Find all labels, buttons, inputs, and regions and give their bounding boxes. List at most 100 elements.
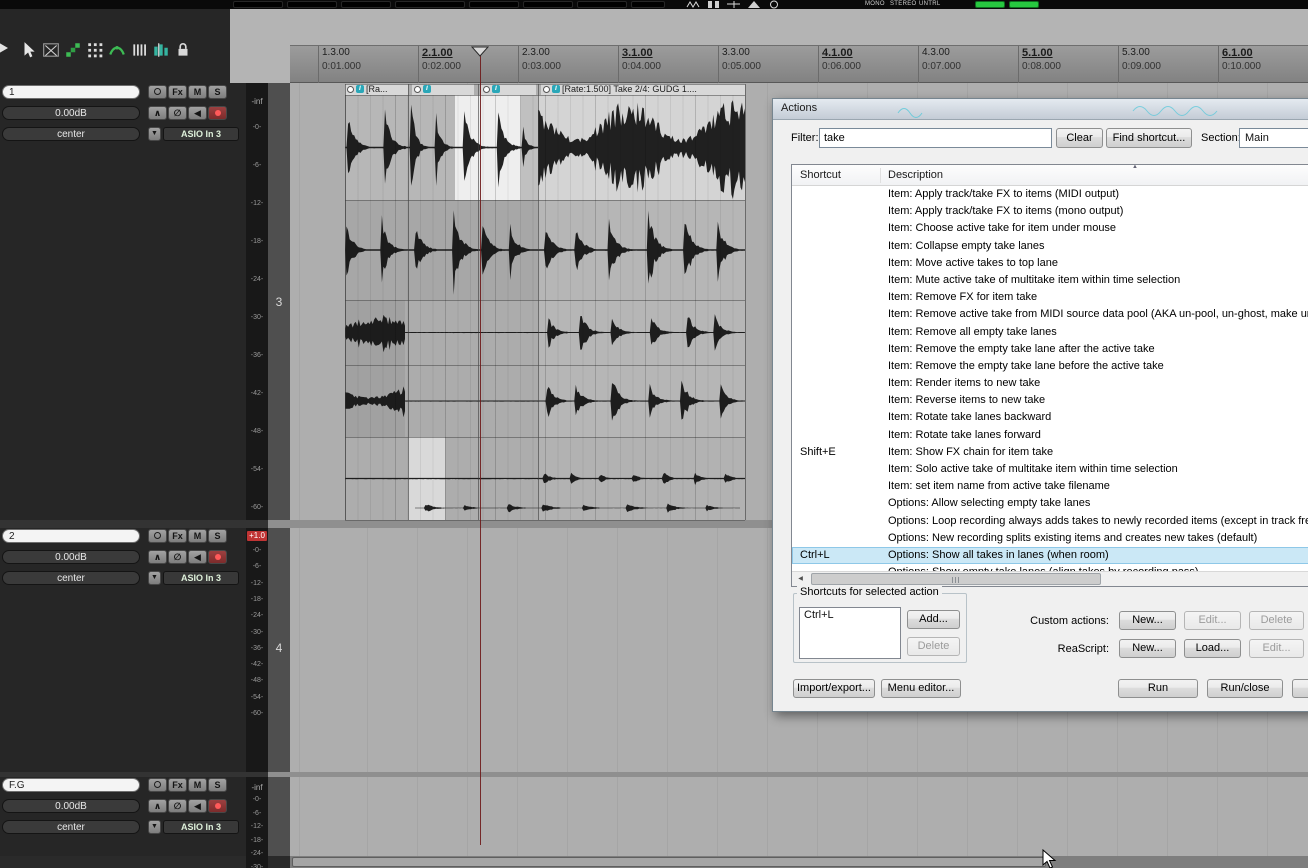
clear-button[interactable]: Clear [1056,128,1103,148]
solo-button[interactable]: S [208,529,227,543]
item-info-icon[interactable]: i [552,85,560,93]
track-meter[interactable]: +1.0 -0- -6- -12- -18- -24- -30- -36- -42- -48- -5… [246,528,268,772]
take-waveform[interactable] [520,95,538,200]
mute-button[interactable]: M [188,529,207,543]
reascript-load-button[interactable]: Load... [1184,639,1241,658]
input-dropdown-icon[interactable]: ▼ [148,571,161,585]
action-row[interactable]: Ctrl+L Options: Show all takes in lanes (… [792,546,1308,565]
item-grouping-icon[interactable] [64,41,82,59]
take-waveform[interactable] [538,365,745,437]
action-row[interactable]: Item: Choose active take for item under … [792,220,1308,237]
snap-lines-icon[interactable] [130,41,148,59]
section-select[interactable]: Main ▼ [1239,128,1308,148]
metronome-icon[interactable] [152,41,170,59]
phase-button[interactable]: ∅ [168,799,187,813]
monitor-button[interactable]: ◀ [188,799,207,813]
envelope-button[interactable]: ∧ [148,799,167,813]
monitor-button[interactable]: ◀ [188,550,207,564]
mute-button[interactable]: M [188,778,207,792]
action-row[interactable]: Item: Rotate take lanes backward [792,409,1308,426]
take-waveform[interactable] [408,200,478,300]
custom-delete-button[interactable]: Delete [1249,611,1304,630]
take-waveform[interactable] [415,497,740,519]
shortcut-list-item[interactable]: Ctrl+L [800,608,900,622]
track-meter[interactable]: -inf-0--6--12--18--24--30--36--42--48--5… [246,83,268,520]
fx-button[interactable]: Fx [168,85,187,99]
power-button[interactable] [148,778,167,792]
record-arm-button[interactable] [208,550,227,564]
action-row[interactable]: Item: Collapse empty take lanes [792,238,1308,255]
take-waveform[interactable] [345,95,408,200]
pointer-tool-icon[interactable] [20,41,38,59]
fx-button[interactable]: Fx [168,778,187,792]
envelope-icon[interactable] [108,41,126,59]
crossfade-icon[interactable] [42,41,60,59]
record-arm-button[interactable] [208,799,227,813]
take-waveform[interactable] [345,437,408,520]
add-shortcut-button[interactable]: Add... [907,610,960,629]
scrollbar-thumb[interactable] [811,573,1101,585]
action-row[interactable]: Item: Apply track/take FX to items (mono… [792,203,1308,220]
actions-list[interactable]: Shortcut Description ▲ Item: Apply track… [791,164,1308,587]
take-waveform[interactable] [405,365,538,437]
untrl-button[interactable]: UNTRL [919,1,941,7]
track-divider[interactable] [0,520,268,528]
take-circle-icon[interactable] [483,86,490,93]
take-waveform[interactable] [538,95,745,200]
pan-field[interactable]: center [2,820,140,834]
monitor-button[interactable]: ◀ [188,106,207,120]
phase-button[interactable]: ∅ [168,550,187,564]
item-info-icon[interactable]: i [356,85,364,93]
envelope-button[interactable]: ∧ [148,106,167,120]
docked-toolbar-button[interactable] [577,1,627,8]
action-row[interactable]: Item: Remove active take from MIDI sourc… [792,306,1308,323]
scroll-left-icon[interactable]: ◀ [792,572,809,586]
input-dropdown-icon[interactable]: ▼ [148,820,161,834]
column-separator[interactable] [880,168,881,183]
take-circle-icon[interactable] [414,86,421,93]
lock-icon[interactable] [174,41,192,59]
take-waveform[interactable] [538,300,745,365]
action-row[interactable]: Item: Remove FX for item take [792,289,1308,306]
take-waveform[interactable] [455,95,520,200]
take-waveform[interactable] [345,300,405,365]
action-row[interactable]: Item: Remove the empty take lane before … [792,358,1308,375]
actions-list-hscrollbar[interactable]: ◀ [792,571,1308,586]
run-button[interactable]: Run [1118,679,1198,698]
arrange-hscrollbar[interactable] [290,856,1308,868]
track-divider[interactable] [0,772,268,777]
action-row[interactable]: Options: Loop recording always adds take… [792,513,1308,530]
volume-field[interactable]: 0.00dB [2,550,140,564]
actions-rows[interactable]: Item: Apply track/take FX to items (MIDI… [792,186,1308,573]
reascript-edit-button[interactable]: Edit... [1249,639,1304,658]
scrollbar-thumb[interactable] [292,857,1046,867]
track-name-field[interactable]: F.G [2,778,140,792]
action-row[interactable]: Item: Move active takes to top lane [792,255,1308,272]
transport-icon[interactable] [746,0,762,9]
take-circle-icon[interactable] [543,86,550,93]
phase-button[interactable]: ∅ [168,106,187,120]
transport-icon[interactable] [706,0,722,9]
pan-field[interactable]: center [2,571,140,585]
take-waveform[interactable] [478,200,538,300]
custom-edit-button[interactable]: Edit... [1184,611,1241,630]
docked-toolbar-button[interactable] [469,1,519,8]
input-dropdown-icon[interactable]: ▼ [148,127,161,141]
action-row[interactable]: Item: Mute active take of multitake item… [792,272,1308,289]
record-arm-button[interactable] [208,106,227,120]
action-row[interactable]: Item: set item name from active take fil… [792,478,1308,495]
import-export-button[interactable]: Import/export... [793,679,875,698]
mute-button[interactable]: M [188,85,207,99]
action-row[interactable]: Item: Solo active take of multitake item… [792,461,1308,478]
record-input-field[interactable]: ASIO In 3 [163,820,239,834]
transport-icon[interactable] [686,0,702,9]
close-button-partial[interactable] [1292,679,1308,698]
track-meter[interactable]: -inf-0--6--12--18--24--30--36--42--48--5… [246,777,268,868]
solo-button[interactable]: S [208,778,227,792]
action-row[interactable]: Item: Remove all empty take lanes [792,324,1308,341]
action-row[interactable]: Item: Remove the empty take lane after t… [792,341,1308,358]
dialog-titlebar[interactable]: Actions [773,99,1308,120]
stereo-button[interactable]: STEREO [890,1,916,7]
shortcut-listbox[interactable]: Ctrl+L [799,607,901,659]
docked-toolbar-button[interactable] [287,1,337,8]
